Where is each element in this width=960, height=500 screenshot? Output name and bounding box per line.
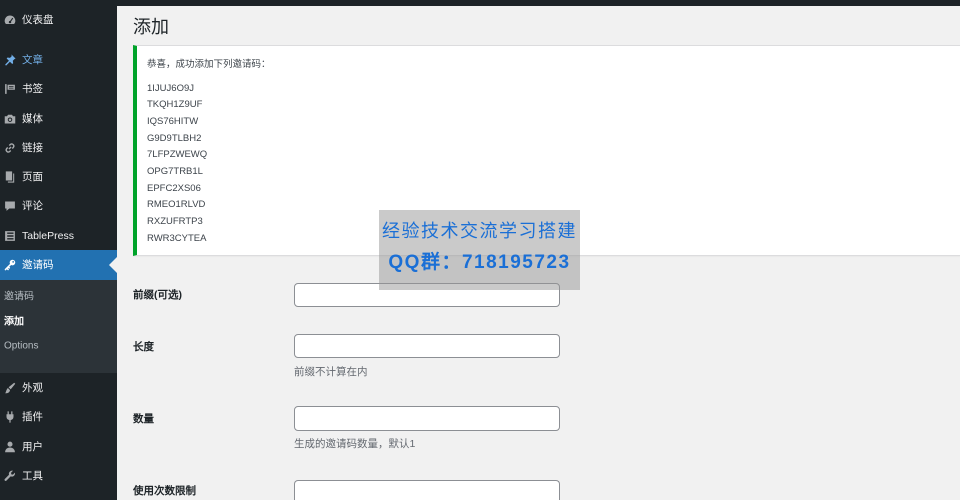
- user-icon: [3, 440, 17, 454]
- usage-limit-input[interactable]: [294, 480, 560, 500]
- watermark-overlay: 经验技术交流学习搭建 QQ群：718195723: [379, 210, 580, 290]
- sidebar-item-label: 文章: [22, 53, 43, 66]
- sidebar-item-label: 链接: [22, 141, 43, 154]
- sidebar-item-label: 邀请码: [22, 259, 54, 272]
- watermark-line: 经验技术交流学习搭建: [382, 221, 577, 242]
- submenu-item-label: 邀请码: [4, 291, 34, 303]
- sidebar-item-links[interactable]: 链接: [0, 133, 117, 162]
- submenu-item-invite-codes[interactable]: 邀请码: [0, 285, 117, 310]
- media-icon: [3, 112, 17, 126]
- key-icon: [3, 258, 17, 272]
- wrench-icon: [3, 469, 17, 483]
- flag-icon: [3, 82, 17, 96]
- form-row-length: 长度 前缀不计算在内: [133, 334, 733, 379]
- admin-bar: [0, 0, 960, 6]
- invite-code: TKQH1Z9UF: [147, 99, 203, 111]
- sidebar-item-label: 工具: [22, 470, 43, 482]
- length-label: 长度: [133, 341, 154, 353]
- sidebar-item-pages[interactable]: 页面: [0, 162, 117, 191]
- dashboard-icon: [3, 13, 17, 27]
- sidebar-item-label: 评论: [22, 200, 43, 213]
- prefix-label: 前缀(可选): [133, 289, 182, 301]
- quantity-label: 数量: [133, 413, 154, 425]
- sidebar-item-label: 外观: [22, 382, 43, 395]
- submenu: 邀请码 添加 Options: [0, 279, 117, 374]
- notice-message: 恭喜，成功添加下列邀请码：: [147, 59, 271, 70]
- sidebar-item-invite-codes[interactable]: 邀请码: [0, 250, 117, 280]
- invite-code: 1IJUJ6O9J: [147, 82, 194, 94]
- sidebar-item-dashboard[interactable]: 仪表盘: [0, 5, 117, 34]
- admin-sidebar: 仪表盘 文章 书签 媒体 链接 页面 评论 TablePress 邀请码 邀请码: [0, 0, 117, 500]
- watermark-contact: QQ群：718195723: [388, 252, 571, 273]
- link-icon: [3, 141, 17, 155]
- sidebar-item-users[interactable]: 用户: [0, 432, 117, 461]
- quantity-description: 生成的邀请码数量，默认1: [294, 438, 416, 450]
- sidebar-item-label: 用户: [22, 440, 43, 453]
- usage-limit-label: 使用次数限制: [133, 485, 196, 497]
- sidebar-item-appearance[interactable]: 外观: [0, 373, 117, 402]
- sidebar-item-label: 仪表盘: [22, 13, 54, 26]
- form-row-usage-limit: 使用次数限制: [133, 480, 733, 500]
- invite-code: EPFC2XS06: [147, 182, 201, 194]
- form-row-quantity: 数量 生成的邀请码数量，默认1: [133, 406, 733, 451]
- sidebar-separator: [0, 34, 117, 45]
- sidebar-item-label: 媒体: [22, 112, 43, 125]
- sidebar-item-label: TablePress: [22, 229, 74, 242]
- sidebar-item-tools[interactable]: 工具: [0, 461, 117, 490]
- current-menu-arrow: [109, 257, 117, 274]
- invite-code: G9D9TLBH2: [147, 132, 202, 144]
- invite-code: OPG7TRB1L: [147, 165, 203, 177]
- brush-icon: [3, 381, 17, 395]
- add-invite-code-form: 前缀(可选) 长度 前缀不计算在内 数量 生成的邀请码数量，默认1 使用次数限制: [133, 270, 733, 500]
- submenu-item-add[interactable]: 添加: [0, 309, 117, 334]
- page-icon: [3, 170, 17, 184]
- length-description: 前缀不计算在内: [294, 366, 368, 378]
- submenu-item-options[interactable]: Options: [0, 334, 117, 359]
- comment-icon: [3, 199, 17, 213]
- sidebar-item-plugins[interactable]: 插件: [0, 403, 117, 432]
- length-input[interactable]: [294, 334, 560, 358]
- quantity-input[interactable]: [294, 406, 560, 431]
- invite-code: 7LFPZWEWQ: [147, 149, 208, 161]
- plugin-icon: [3, 410, 17, 424]
- submenu-item-label: 添加: [4, 316, 24, 328]
- invite-code: IQS76HITW: [147, 116, 199, 127]
- sidebar-item-label: 书签: [22, 83, 43, 96]
- page-title: 添加: [133, 17, 169, 37]
- pin-icon: [3, 53, 17, 67]
- table-icon: [3, 229, 17, 243]
- sidebar-item-comments[interactable]: 评论: [0, 192, 117, 221]
- sidebar-item-posts[interactable]: 文章: [0, 45, 117, 74]
- sidebar-item-tablepress[interactable]: TablePress: [0, 221, 117, 250]
- sidebar-item-label: 页面: [22, 171, 43, 184]
- sidebar-item-media[interactable]: 媒体: [0, 104, 117, 133]
- sidebar-item-bookmarks[interactable]: 书签: [0, 75, 117, 104]
- submenu-item-label: Options: [4, 340, 39, 352]
- sidebar-item-label: 插件: [22, 411, 43, 424]
